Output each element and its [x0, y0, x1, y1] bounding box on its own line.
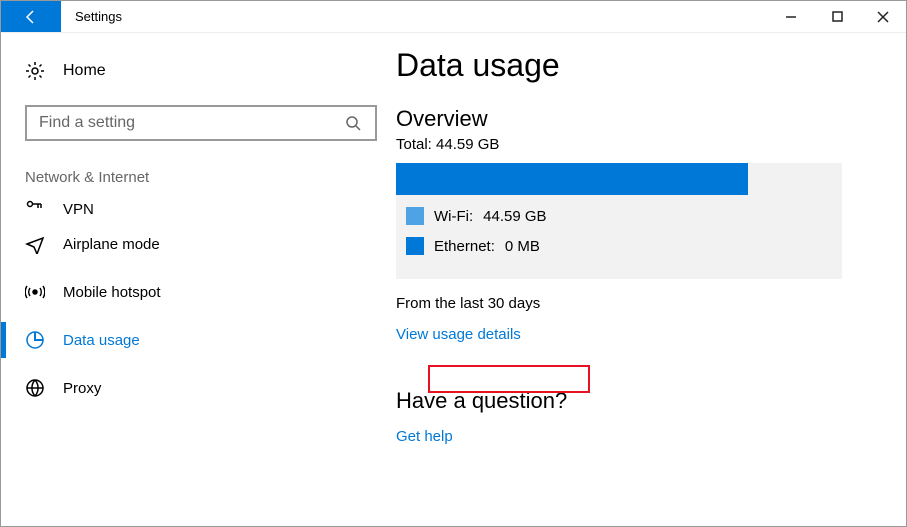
ethernet-legend: Ethernet: 0 MB	[406, 237, 842, 255]
search-input[interactable]	[39, 114, 343, 132]
since-label: From the last 30 days	[396, 295, 876, 312]
overview-heading: Overview	[396, 106, 876, 132]
total-label: Total: 44.59 GB	[396, 136, 876, 153]
maximize-icon	[832, 11, 843, 22]
sidebar-item-proxy[interactable]: Proxy	[1, 364, 362, 412]
main-panel: Data usage Overview Total: 44.59 GB Wi-F…	[386, 33, 906, 526]
ethernet-label: Ethernet:	[434, 238, 495, 255]
usage-chart: Wi-Fi: 44.59 GB Ethernet: 0 MB	[396, 163, 842, 279]
nav-label: Data usage	[63, 332, 140, 349]
wifi-swatch	[406, 207, 424, 225]
section-heading: Network & Internet	[25, 169, 362, 186]
hotspot-icon	[25, 282, 45, 302]
sidebar: Home Network & Internet VPN Airplane mod…	[1, 33, 386, 526]
page-title: Data usage	[396, 47, 876, 84]
nav-label: Proxy	[63, 380, 101, 397]
arrow-left-icon	[22, 8, 40, 26]
sidebar-item-data-usage[interactable]: Data usage	[1, 316, 362, 364]
back-button[interactable]	[1, 1, 61, 32]
gear-icon	[25, 61, 45, 81]
close-icon	[877, 11, 889, 23]
home-nav[interactable]: Home	[25, 61, 362, 81]
minimize-button[interactable]	[768, 1, 814, 32]
usage-bar	[396, 163, 748, 195]
search-box[interactable]	[25, 105, 377, 141]
proxy-icon	[25, 378, 45, 398]
get-help-link[interactable]: Get help	[396, 428, 453, 445]
close-button[interactable]	[860, 1, 906, 32]
search-icon	[343, 113, 363, 133]
ethernet-swatch	[406, 237, 424, 255]
airplane-icon	[25, 234, 45, 254]
minimize-icon	[785, 11, 797, 23]
sidebar-item-vpn[interactable]: VPN	[1, 196, 362, 220]
sidebar-item-hotspot[interactable]: Mobile hotspot	[1, 268, 362, 316]
wifi-label: Wi-Fi:	[434, 208, 473, 225]
maximize-button[interactable]	[814, 1, 860, 32]
wifi-legend: Wi-Fi: 44.59 GB	[406, 207, 842, 225]
question-heading: Have a question?	[396, 388, 876, 414]
wifi-value: 44.59 GB	[483, 208, 546, 225]
ethernet-value: 0 MB	[505, 238, 540, 255]
home-label: Home	[63, 62, 106, 80]
nav-label: VPN	[63, 201, 94, 218]
nav-label: Mobile hotspot	[63, 284, 161, 301]
vpn-icon	[25, 198, 45, 218]
sidebar-item-airplane[interactable]: Airplane mode	[1, 220, 362, 268]
data-usage-icon	[25, 330, 45, 350]
window-title: Settings	[61, 1, 136, 32]
view-details-link[interactable]: View usage details	[396, 326, 521, 343]
nav-label: Airplane mode	[63, 236, 160, 253]
